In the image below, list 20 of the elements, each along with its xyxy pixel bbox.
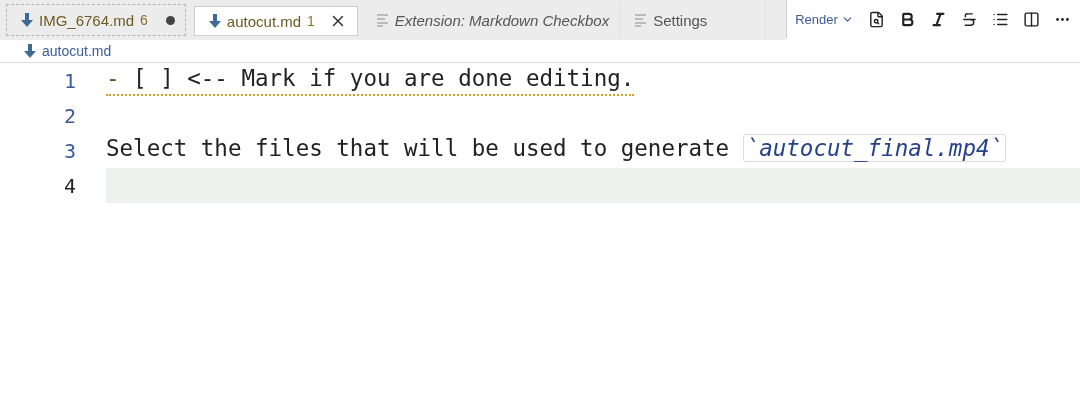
code-line: - [ ] <-- Mark if you are done editing. bbox=[106, 65, 635, 96]
line-number: 2 bbox=[62, 103, 76, 128]
editor-tab[interactable]: IMG_6764.md 6 bbox=[6, 4, 186, 36]
strikethrough-icon[interactable] bbox=[960, 10, 978, 28]
line-number: 1 bbox=[62, 68, 76, 93]
line-number: 4 bbox=[62, 173, 76, 198]
markdown-file-icon bbox=[24, 44, 36, 58]
split-editor-icon[interactable] bbox=[1022, 10, 1040, 28]
document-icon bbox=[376, 13, 389, 27]
preview-icon[interactable] bbox=[867, 10, 885, 28]
breadcrumb-file[interactable]: autocut.md bbox=[42, 43, 112, 59]
editor-tab[interactable]: autocut.md 1 bbox=[193, 6, 358, 36]
line-number: 3 bbox=[62, 138, 76, 163]
render-mode-dropdown[interactable]: Render bbox=[795, 11, 854, 27]
document-icon bbox=[635, 13, 648, 27]
markdown-file-icon bbox=[208, 14, 221, 28]
code-line: Select the files that will be used to generate `autocut_final.mp4` bbox=[106, 135, 1007, 166]
problem-count: 6 bbox=[140, 12, 148, 28]
problem-count: 1 bbox=[307, 13, 315, 29]
markdown-file-icon bbox=[21, 13, 33, 27]
